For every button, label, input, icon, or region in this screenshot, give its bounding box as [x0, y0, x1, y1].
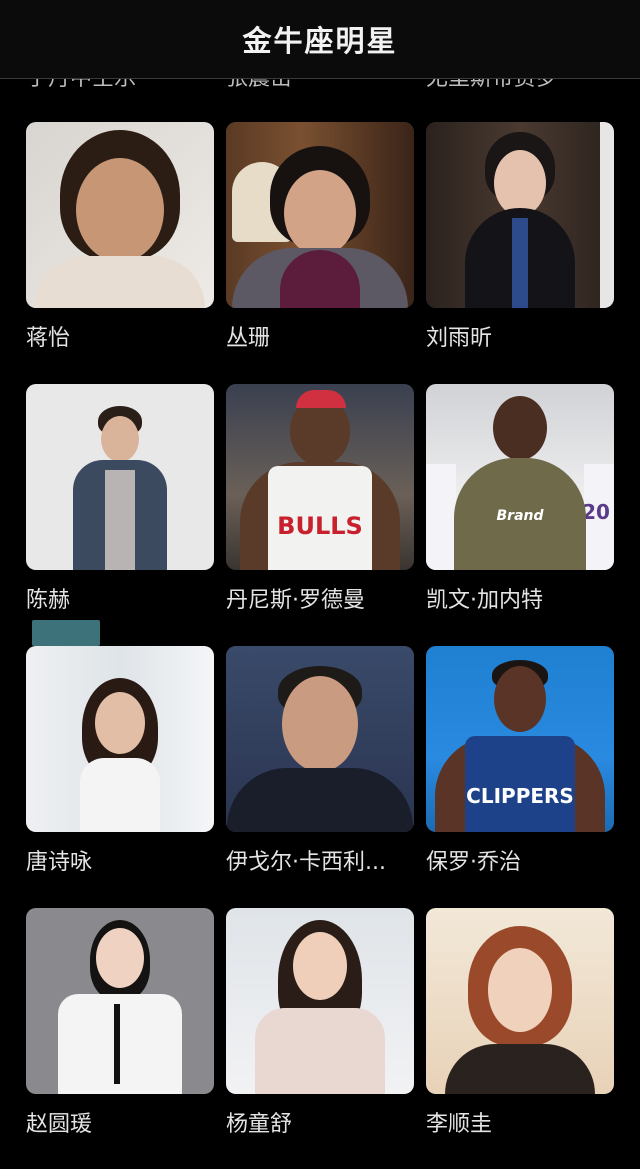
- top-bar: 金牛座明星: [0, 0, 640, 79]
- celebrity-card[interactable]: 杨童舒: [226, 908, 414, 1138]
- celebrity-name[interactable]: 李顺圭: [426, 1106, 616, 1138]
- celebrity-card[interactable]: BULLS 丹尼斯·罗德曼: [226, 384, 414, 614]
- celebrity-photo[interactable]: [426, 122, 614, 308]
- celebrity-grid: 蒋怡 丛珊 刘雨昕 陈赫 BULLS 丹尼斯·罗德曼 20 Brand 凯文·加…: [0, 0, 640, 1169]
- highlight-badge: [32, 620, 100, 646]
- celebrity-photo[interactable]: [26, 122, 214, 308]
- celebrity-photo[interactable]: 20 Brand: [426, 384, 614, 570]
- celebrity-photo[interactable]: BULLS: [226, 384, 414, 570]
- celebrity-card[interactable]: 陈赫: [26, 384, 214, 614]
- celebrity-name[interactable]: 唐诗咏: [26, 844, 216, 876]
- celebrity-name[interactable]: 丛珊: [226, 320, 416, 352]
- celebrity-name[interactable]: 伊戈尔·卡西利...: [226, 844, 416, 876]
- celebrity-name[interactable]: 陈赫: [26, 582, 216, 614]
- celebrity-photo[interactable]: [226, 646, 414, 832]
- celebrity-photo[interactable]: CLIPPERS: [426, 646, 614, 832]
- page-title: 金牛座明星: [242, 24, 398, 58]
- celebrity-photo[interactable]: [26, 646, 214, 832]
- celebrity-photo[interactable]: [26, 384, 214, 570]
- celebrity-photo[interactable]: [426, 908, 614, 1094]
- celebrity-card[interactable]: 李顺圭: [426, 908, 614, 1138]
- celebrity-card[interactable]: CLIPPERS 保罗·乔治: [426, 646, 614, 876]
- celebrity-name[interactable]: 蒋怡: [26, 320, 216, 352]
- celebrity-name[interactable]: 保罗·乔治: [426, 844, 616, 876]
- celebrity-card[interactable]: 刘雨昕: [426, 122, 614, 352]
- shirt-brand-text: Brand: [496, 508, 544, 524]
- celebrity-card[interactable]: 蒋怡: [26, 122, 214, 352]
- celebrity-name[interactable]: 赵圆瑗: [26, 1106, 216, 1138]
- jersey-text: BULLS: [277, 512, 363, 540]
- celebrity-card[interactable]: 丛珊: [226, 122, 414, 352]
- celebrity-name[interactable]: 凯文·加内特: [426, 582, 616, 614]
- celebrity-photo[interactable]: [26, 908, 214, 1094]
- celebrity-card[interactable]: 伊戈尔·卡西利...: [226, 646, 414, 876]
- celebrity-name[interactable]: 刘雨昕: [426, 320, 616, 352]
- celebrity-photo[interactable]: [226, 122, 414, 308]
- celebrity-card[interactable]: 赵圆瑗: [26, 908, 214, 1138]
- celebrity-card[interactable]: 唐诗咏: [26, 646, 214, 876]
- jersey-text: CLIPPERS: [466, 784, 574, 808]
- celebrity-name[interactable]: 杨童舒: [226, 1106, 416, 1138]
- celebrity-name[interactable]: 丹尼斯·罗德曼: [226, 582, 416, 614]
- celebrity-photo[interactable]: [226, 908, 414, 1094]
- number-text: 20: [582, 500, 610, 524]
- celebrity-card[interactable]: 20 Brand 凯文·加内特: [426, 384, 614, 614]
